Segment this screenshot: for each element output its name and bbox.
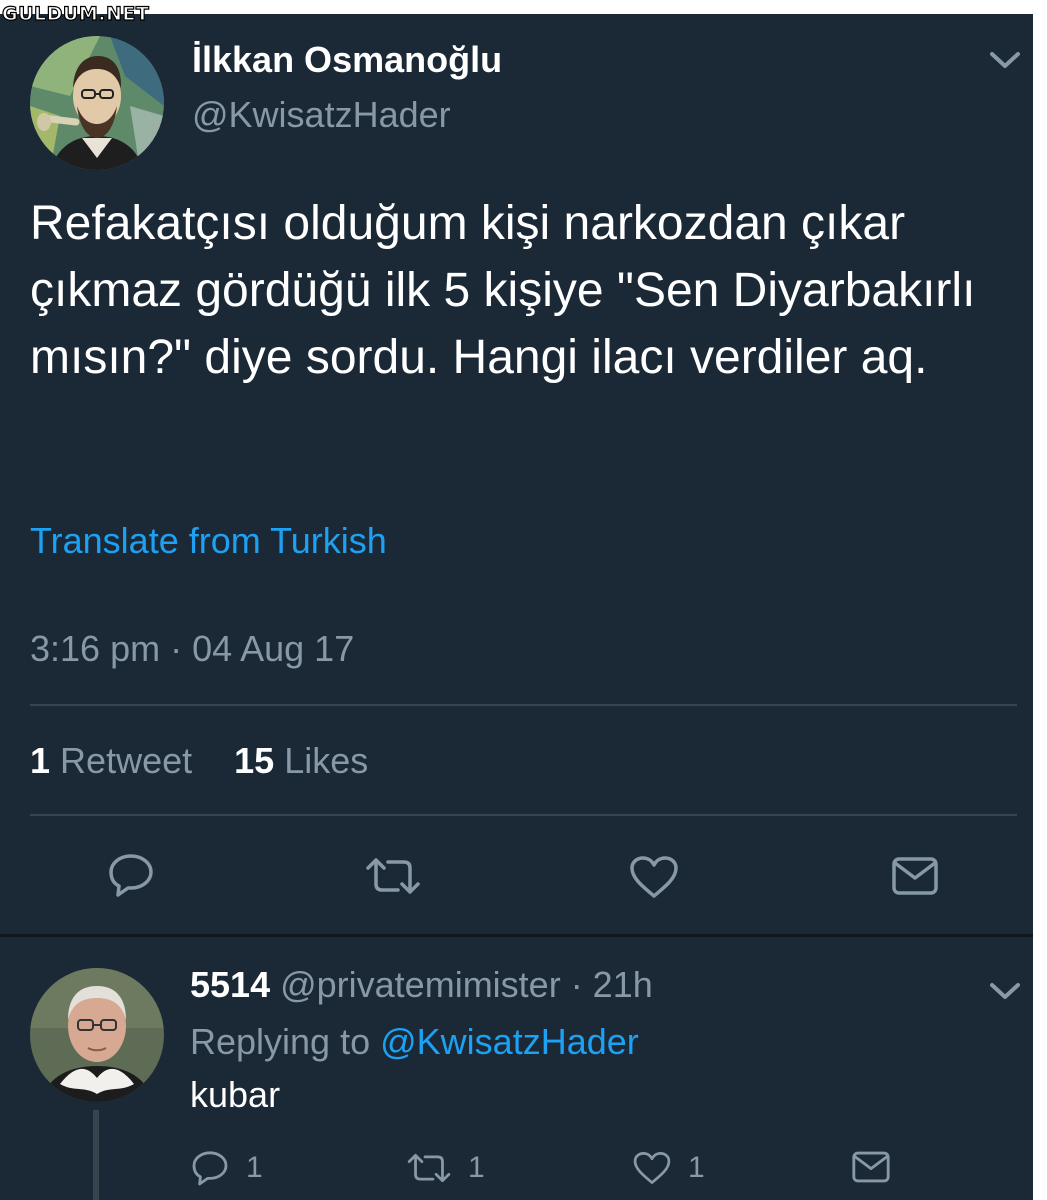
author-handle[interactable]: @KwisatzHader bbox=[192, 94, 451, 136]
retweet-icon[interactable] bbox=[364, 856, 422, 896]
like-icon[interactable] bbox=[628, 854, 680, 900]
tweet-detail-view: İlkkan Osmanoğlu @KwisatzHader Refakatçı… bbox=[0, 14, 1033, 1200]
reply-like-action[interactable]: 1 bbox=[632, 1148, 705, 1188]
retweet-stat[interactable]: 1 Retweet bbox=[30, 740, 192, 781]
tweet-timestamp: 3:16 pm · 04 Aug 17 bbox=[30, 628, 355, 669]
reply-retweet-action[interactable]: 1 bbox=[406, 1148, 485, 1188]
translate-link[interactable]: Translate from Turkish bbox=[30, 520, 387, 562]
chevron-down-icon[interactable] bbox=[988, 979, 1022, 1003]
retweet-count: 1 bbox=[30, 740, 51, 781]
like-label: Likes bbox=[284, 740, 369, 781]
like-icon bbox=[633, 1152, 671, 1184]
retweet-label: Retweet bbox=[60, 740, 193, 781]
reply-text: kubar bbox=[190, 1074, 281, 1115]
reply-retweet-count: 1 bbox=[468, 1151, 485, 1184]
retweet-icon bbox=[407, 1153, 451, 1183]
share-icon[interactable] bbox=[850, 1149, 892, 1185]
reply-icon[interactable] bbox=[106, 852, 156, 898]
reply-author-name[interactable]: 5514 bbox=[190, 964, 270, 1005]
reply-icon bbox=[192, 1151, 228, 1186]
replying-to-handle[interactable]: @KwisatzHader bbox=[380, 1021, 639, 1062]
tweet-stats: 1 Retweet 15 Likes bbox=[30, 740, 368, 782]
author-name[interactable]: İlkkan Osmanoğlu bbox=[192, 39, 502, 81]
divider bbox=[30, 704, 1017, 706]
reply-count: 1 bbox=[246, 1151, 263, 1184]
reply-header: 5514 @privatemimister · 21h bbox=[190, 964, 653, 1006]
chevron-down-icon[interactable] bbox=[988, 48, 1022, 72]
watermark-text: GULDUM.NET bbox=[1, 2, 150, 25]
author-avatar[interactable] bbox=[30, 36, 164, 170]
divider bbox=[30, 814, 1017, 816]
reply-like-count: 1 bbox=[688, 1151, 705, 1184]
like-stat[interactable]: 15 Likes bbox=[234, 740, 368, 781]
section-separator bbox=[0, 934, 1033, 937]
replying-to-label: Replying to bbox=[190, 1021, 371, 1062]
thread-line bbox=[93, 1110, 99, 1200]
reply-avatar[interactable] bbox=[30, 968, 164, 1102]
like-count: 15 bbox=[234, 740, 275, 781]
replying-to: Replying to @KwisatzHader bbox=[190, 1021, 639, 1063]
reply-reply-action[interactable]: 1 bbox=[190, 1148, 263, 1188]
tweet-text: Refakatçısı olduğum kişi narkozdan çıkar… bbox=[30, 197, 976, 384]
share-icon[interactable] bbox=[890, 854, 940, 898]
reply-handle-time[interactable]: @privatemimister · 21h bbox=[280, 964, 653, 1005]
